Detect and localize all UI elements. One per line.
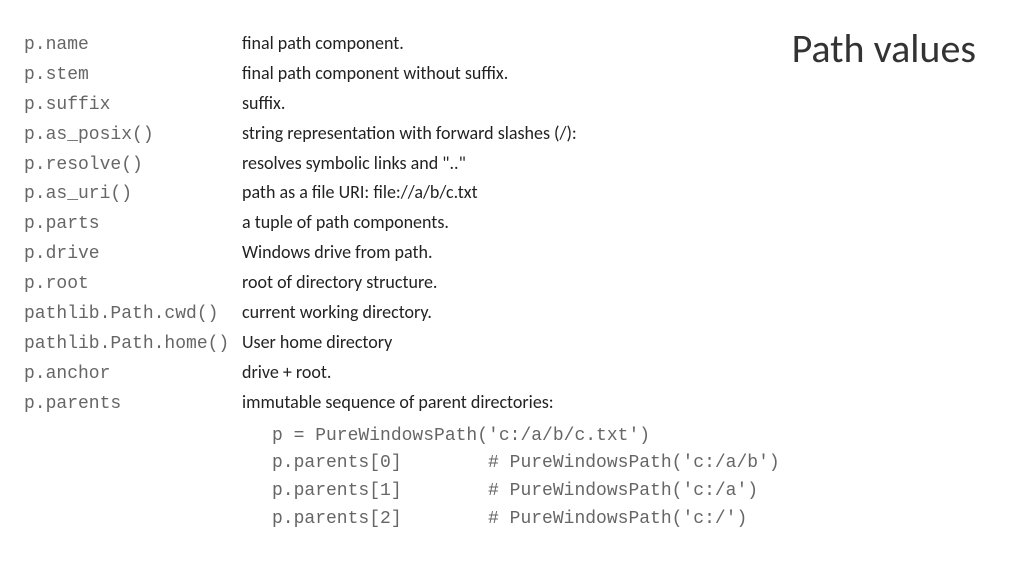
slide-title: Path values xyxy=(792,24,976,73)
desc-cell: suffix. xyxy=(242,90,285,118)
code-cell: p.stem xyxy=(24,62,242,90)
example-block: p = PureWindowsPath('c:/a/b/c.txt') p.pa… xyxy=(272,423,744,535)
desc-cell: final path component. xyxy=(242,30,404,58)
table-row: p.as_posix() string representation with … xyxy=(24,120,744,150)
table-row: p.anchor drive + root. xyxy=(24,359,744,389)
example-line: p.parents[0] # PureWindowsPath('c:/a/b') xyxy=(272,450,744,478)
desc-cell: current working directory. xyxy=(242,299,432,327)
code-cell: p.as_uri() xyxy=(24,181,242,209)
desc-cell: final path component without suffix. xyxy=(242,60,508,88)
example-line: p.parents[1] # PureWindowsPath('c:/a') xyxy=(272,478,744,506)
table-row: p.name final path component. xyxy=(24,30,744,60)
desc-cell: string representation with forward slash… xyxy=(242,120,577,148)
table-row: p.parents immutable sequence of parent d… xyxy=(24,389,744,419)
table-row: p.as_uri() path as a file URI: file://a/… xyxy=(24,179,744,209)
code-cell: p.parts xyxy=(24,211,242,239)
code-cell: p.parents xyxy=(24,391,242,419)
desc-cell: resolves symbolic links and ".." xyxy=(242,150,466,178)
code-cell: p.anchor xyxy=(24,361,242,389)
example-line: p = PureWindowsPath('c:/a/b/c.txt') xyxy=(272,423,744,451)
table-row: pathlib.Path.home() User home directory xyxy=(24,329,744,359)
desc-cell: a tuple of path components. xyxy=(242,209,449,237)
code-cell: p.resolve() xyxy=(24,152,242,180)
table-row: pathlib.Path.cwd() current working direc… xyxy=(24,299,744,329)
desc-cell: path as a file URI: file://a/b/c.txt xyxy=(242,179,478,207)
example-line: p.parents[2] # PureWindowsPath('c:/') xyxy=(272,506,744,534)
table-row: p.drive Windows drive from path. xyxy=(24,239,744,269)
code-cell: pathlib.Path.cwd() xyxy=(24,301,242,329)
desc-cell: User home directory xyxy=(242,329,392,357)
reference-table: p.name final path component. p.stem fina… xyxy=(24,30,744,534)
table-row: p.parts a tuple of path components. xyxy=(24,209,744,239)
code-cell: p.drive xyxy=(24,241,242,269)
table-row: p.stem final path component without suff… xyxy=(24,60,744,90)
code-cell: p.suffix xyxy=(24,92,242,120)
desc-cell: drive + root. xyxy=(242,359,331,387)
code-cell: p.name xyxy=(24,32,242,60)
code-cell: pathlib.Path.home() xyxy=(24,331,242,359)
table-row: p.root root of directory structure. xyxy=(24,269,744,299)
desc-cell: root of directory structure. xyxy=(242,269,437,297)
table-row: p.suffix suffix. xyxy=(24,90,744,120)
desc-cell: immutable sequence of parent directories… xyxy=(242,389,554,417)
table-row: p.resolve() resolves symbolic links and … xyxy=(24,150,744,180)
code-cell: p.root xyxy=(24,271,242,299)
desc-cell: Windows drive from path. xyxy=(242,239,433,267)
code-cell: p.as_posix() xyxy=(24,122,242,150)
